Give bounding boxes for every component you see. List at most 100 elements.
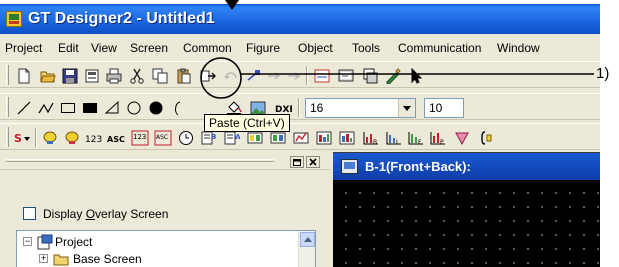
undo-icon[interactable] <box>221 66 241 86</box>
edit-icon[interactable] <box>312 66 332 86</box>
screen-icon[interactable] <box>336 66 356 86</box>
scatter-icon[interactable]: L <box>384 128 404 148</box>
statistics-icon[interactable]: B <box>361 128 381 148</box>
trend-icon[interactable] <box>314 128 334 148</box>
tree-item-label: Project <box>55 235 93 249</box>
svg-text:ASC: ASC <box>107 135 125 144</box>
menu-object[interactable]: Object <box>298 41 333 55</box>
paste-tooltip: Paste (Ctrl+V) <box>204 114 290 132</box>
restore-icon[interactable] <box>290 156 304 168</box>
main-toolbar <box>0 61 600 88</box>
folder-icon <box>53 251 69 267</box>
lamp-icon[interactable] <box>40 128 60 148</box>
menu-window[interactable]: Window <box>497 41 540 55</box>
menu-view[interactable]: View <box>91 41 117 55</box>
chevron-down-icon[interactable] <box>398 99 415 117</box>
project-pane: Display Overlay Screen − Project + Base … <box>0 154 330 267</box>
second-combo[interactable]: 10 <box>424 98 464 118</box>
object-toolbar: S 123 ASC 123 ASC B W B L F P <box>0 123 600 150</box>
pane-grip[interactable] <box>6 159 274 162</box>
arrow-icon[interactable] <box>284 66 304 86</box>
cut-icon[interactable] <box>127 66 147 86</box>
print-preview-icon[interactable] <box>82 66 102 86</box>
clock-icon[interactable] <box>176 128 196 148</box>
svg-text:W: W <box>234 133 240 141</box>
menu-bar: Project Edit View Screen Common Figure O… <box>0 38 600 58</box>
menu-figure[interactable]: Figure <box>246 41 280 55</box>
svg-text:S: S <box>14 132 22 145</box>
menu-screen[interactable]: Screen <box>130 41 168 55</box>
screen-icon[interactable] <box>360 66 380 86</box>
toolbar-grip[interactable] <box>6 127 9 147</box>
svg-text:ASC: ASC <box>156 134 168 141</box>
line-width-combo[interactable]: 16 <box>305 98 416 118</box>
scatter-icon[interactable]: P <box>428 128 448 148</box>
svg-text:123: 123 <box>85 135 102 145</box>
toolbar-separator <box>298 98 300 117</box>
copy-icon[interactable] <box>150 66 170 86</box>
scroll-up-icon[interactable] <box>300 232 315 247</box>
numeric-display-icon[interactable]: 123 <box>84 128 104 148</box>
project-icon <box>37 234 53 253</box>
svg-text:B: B <box>373 139 377 146</box>
drawing-toolbar: DXF 16 10 <box>0 93 600 120</box>
redo-icon[interactable] <box>244 66 264 86</box>
menu-communication[interactable]: Communication <box>398 41 481 55</box>
print-icon[interactable] <box>104 66 124 86</box>
arc-icon[interactable] <box>168 98 188 118</box>
pane-header <box>0 154 330 170</box>
filled-rectangle-icon[interactable] <box>80 98 100 118</box>
bracket-icon[interactable] <box>474 128 494 148</box>
close-icon[interactable] <box>306 156 320 168</box>
tree-scrollbar[interactable] <box>298 231 315 267</box>
pen-icon[interactable] <box>383 66 403 86</box>
switch-icon[interactable]: S <box>13 128 33 148</box>
toolbar-grip[interactable] <box>6 97 9 117</box>
arrow-icon[interactable] <box>264 66 284 86</box>
svg-text:L: L <box>396 139 400 146</box>
expand-icon[interactable]: + <box>39 254 48 263</box>
screen-window-icon <box>341 159 358 174</box>
rectangle-icon[interactable] <box>58 98 78 118</box>
circle-icon[interactable] <box>124 98 144 118</box>
ascii-display-icon[interactable]: ASC <box>106 128 126 148</box>
screen-editor-window: B-1(Front+Back): <box>333 152 600 267</box>
open-icon[interactable] <box>38 66 58 86</box>
paste-icon[interactable] <box>174 66 194 86</box>
polyline-icon[interactable] <box>36 98 56 118</box>
scatter-icon[interactable]: F <box>406 128 426 148</box>
window-title: GT Designer2 - Untitled1 <box>28 10 215 27</box>
triangle-icon[interactable] <box>102 98 122 118</box>
overlay-checkbox[interactable] <box>23 207 36 220</box>
level-icon[interactable] <box>452 128 472 148</box>
filled-circle-icon[interactable] <box>146 98 166 118</box>
tree-item-label: Base Screen <box>73 252 142 266</box>
toolbar-separator <box>306 66 308 85</box>
select-pointer-icon[interactable] <box>406 66 426 86</box>
menu-edit[interactable]: Edit <box>58 41 79 55</box>
line-width-value: 16 <box>310 101 324 115</box>
transfer-icon[interactable] <box>198 66 218 86</box>
collapse-icon[interactable]: − <box>23 237 32 246</box>
line-icon[interactable] <box>14 98 34 118</box>
project-tree[interactable]: − Project + Base Screen <box>16 230 316 267</box>
menu-tools[interactable]: Tools <box>352 41 380 55</box>
lamp-icon[interactable] <box>62 128 82 148</box>
title-bar[interactable]: GT Designer2 - Untitled1 <box>0 4 600 34</box>
screen-canvas[interactable] <box>333 180 600 267</box>
toolbar-grip[interactable] <box>6 65 9 85</box>
svg-text:B: B <box>211 133 216 141</box>
menu-project[interactable]: Project <box>5 41 42 55</box>
save-icon[interactable] <box>60 66 80 86</box>
screen-title-bar[interactable]: B-1(Front+Back): <box>333 153 600 180</box>
bar-graph-icon[interactable] <box>337 128 357 148</box>
menu-common[interactable]: Common <box>183 41 232 55</box>
svg-text:F: F <box>418 139 422 146</box>
screen-title: B-1(Front+Back): <box>365 159 471 174</box>
graph-icon[interactable] <box>291 128 311 148</box>
annotation-label: 1) <box>596 65 610 82</box>
ascii-input-icon[interactable]: ASC <box>153 128 173 148</box>
second-combo-value: 10 <box>429 101 443 115</box>
new-icon[interactable] <box>14 66 34 86</box>
numeric-input-icon[interactable]: 123 <box>130 128 150 148</box>
